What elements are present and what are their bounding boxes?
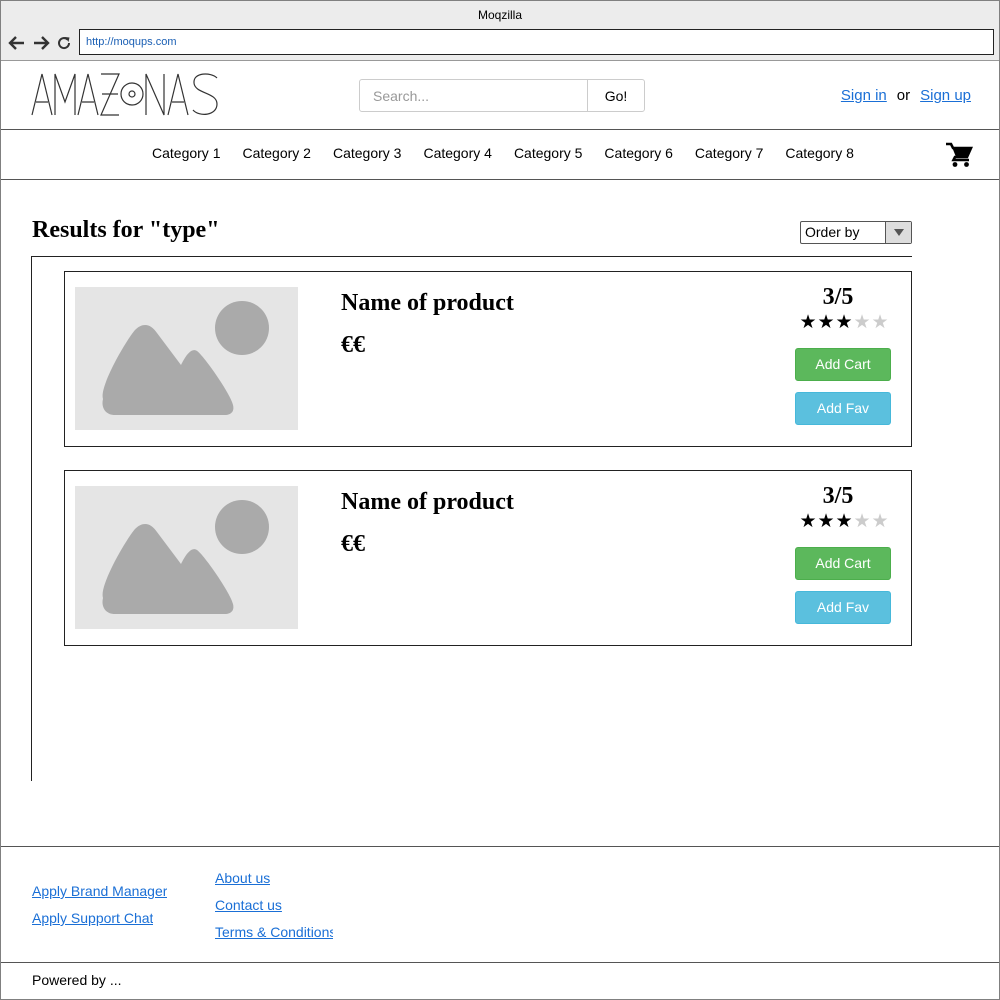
chevron-down-icon xyxy=(885,222,911,243)
sign-in-link[interactable]: Sign in xyxy=(841,87,887,104)
category-item[interactable]: Category 3 xyxy=(322,145,412,161)
browser-navbar: http://moqups.com xyxy=(1,27,999,61)
contact-us-link[interactable]: Contact us xyxy=(215,897,282,913)
product-image-placeholder-icon xyxy=(75,287,298,430)
product-name[interactable]: Name of product xyxy=(341,489,514,516)
category-item[interactable]: Category 1 xyxy=(141,145,231,161)
auth-or-text: or xyxy=(896,87,911,104)
star-empty-icon: ★ xyxy=(853,312,871,333)
category-item[interactable]: Category 2 xyxy=(231,145,321,161)
product-name[interactable]: Name of product xyxy=(341,290,514,317)
add-fav-button[interactable]: Add Fav xyxy=(795,591,891,624)
terms-conditions-link[interactable]: Terms & Conditions xyxy=(215,924,333,940)
star-rating: ★ ★ ★ ★ ★ xyxy=(799,313,889,333)
add-cart-button[interactable]: Add Cart xyxy=(795,348,891,381)
product-rating-text: 3/5 xyxy=(822,284,854,310)
apply-brand-manager-link[interactable]: Apply Brand Manager xyxy=(32,883,167,899)
site-footer: Apply Brand Manager Apply Support Chat A… xyxy=(1,846,999,963)
star-filled-icon: ★ xyxy=(835,312,853,333)
star-filled-icon: ★ xyxy=(799,312,817,333)
product-price: €€ xyxy=(341,332,365,358)
order-by-select[interactable]: Order by xyxy=(800,221,912,244)
category-bar: Category 1 Category 2 Category 3 Categor… xyxy=(1,130,999,180)
star-rating: ★ ★ ★ ★ ★ xyxy=(799,512,889,532)
search-input[interactable] xyxy=(359,79,588,112)
back-arrow-icon[interactable] xyxy=(7,33,27,53)
powered-by-text: Powered by ... xyxy=(32,972,122,988)
add-cart-button[interactable]: Add Cart xyxy=(795,547,891,580)
category-item[interactable]: Category 4 xyxy=(412,145,502,161)
star-empty-icon: ★ xyxy=(853,511,871,532)
about-us-link[interactable]: About us xyxy=(215,870,270,886)
product-price: €€ xyxy=(341,531,365,557)
category-item[interactable]: Category 8 xyxy=(774,145,864,161)
star-filled-icon: ★ xyxy=(835,511,853,532)
product-rating-text: 3/5 xyxy=(822,483,854,509)
add-fav-button[interactable]: Add Fav xyxy=(795,392,891,425)
shopping-cart-icon[interactable] xyxy=(945,142,974,168)
reload-icon[interactable] xyxy=(54,33,74,53)
product-card: Name of product €€ 3/5 ★ ★ ★ ★ ★ Add Cart Ad… xyxy=(64,271,912,447)
category-list: Category 1 Category 2 Category 3 Categor… xyxy=(141,145,865,161)
category-item[interactable]: Category 6 xyxy=(593,145,683,161)
star-empty-icon: ★ xyxy=(871,511,889,532)
results-title: Results for "type" xyxy=(32,217,220,243)
auth-links: Sign in or Sign up xyxy=(841,87,971,104)
forward-arrow-icon[interactable] xyxy=(31,33,51,53)
star-filled-icon: ★ xyxy=(799,511,817,532)
order-by-label: Order by xyxy=(805,224,860,240)
sign-up-link[interactable]: Sign up xyxy=(920,87,971,104)
product-card: Name of product €€ 3/5 ★ ★ ★ ★ ★ Add Cart Ad… xyxy=(64,470,912,646)
star-empty-icon: ★ xyxy=(871,312,889,333)
star-filled-icon: ★ xyxy=(817,511,835,532)
category-item[interactable]: Category 5 xyxy=(503,145,593,161)
url-bar[interactable]: http://moqups.com xyxy=(79,29,994,55)
product-image-placeholder-icon xyxy=(75,486,298,629)
apply-support-chat-link[interactable]: Apply Support Chat xyxy=(32,910,153,926)
star-filled-icon: ★ xyxy=(817,312,835,333)
site-header: Go! Sign in or Sign up xyxy=(1,62,999,130)
search-go-button[interactable]: Go! xyxy=(587,79,645,112)
browser-window: Moqzilla http://moqups.com Search... Go!… xyxy=(0,0,1000,1000)
category-item[interactable]: Category 7 xyxy=(684,145,774,161)
window-title: Moqzilla xyxy=(1,1,999,27)
amazonas-logo[interactable] xyxy=(31,72,219,123)
